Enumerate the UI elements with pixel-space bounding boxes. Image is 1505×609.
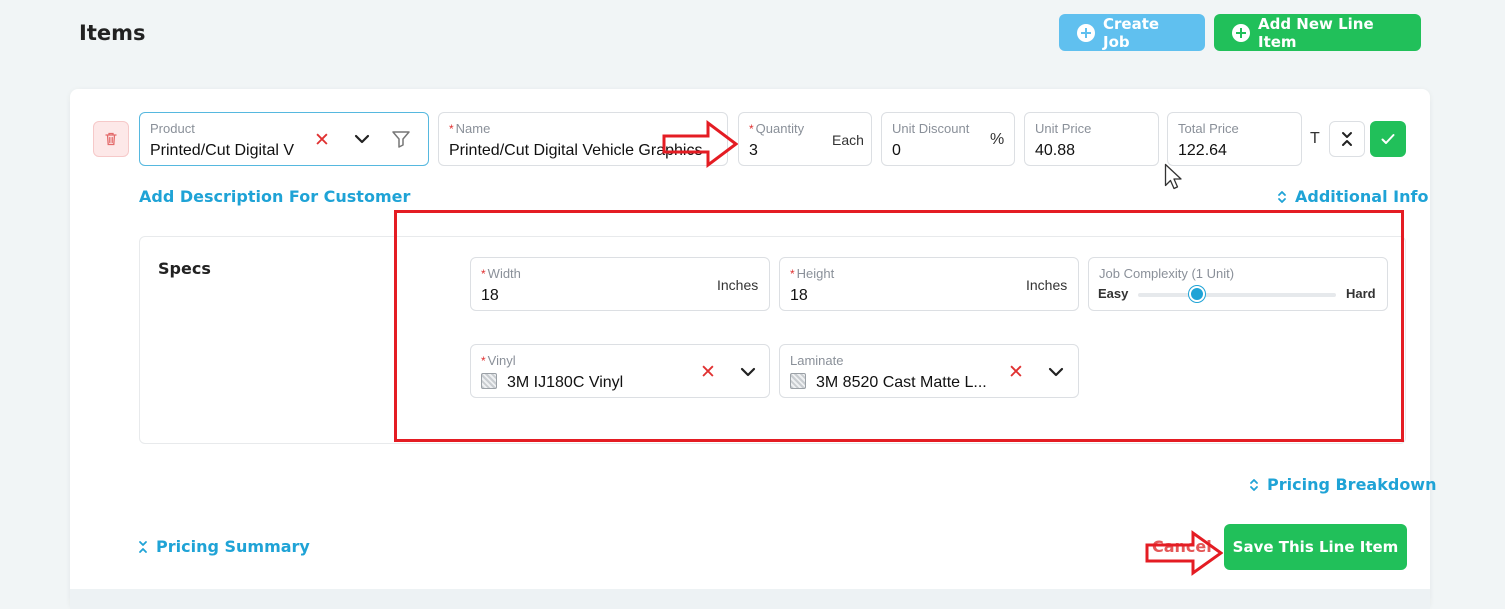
plus-circle-icon	[1232, 23, 1250, 42]
quantity-unit: Each	[832, 132, 864, 148]
mouse-cursor-icon	[1164, 163, 1182, 190]
plus-circle-icon	[1077, 23, 1095, 42]
percent-unit: %	[990, 131, 1005, 148]
add-new-line-item-button[interactable]: Add New Line Item	[1214, 14, 1421, 51]
total-price-field[interactable]: Total Price 122.64	[1167, 112, 1302, 166]
collapse-button[interactable]	[1329, 121, 1365, 157]
specs-title: Specs	[158, 259, 211, 278]
unit-price-field[interactable]: Unit Price 40.88	[1024, 112, 1159, 166]
product-label: Product	[150, 121, 195, 136]
name-label: Name	[455, 121, 491, 136]
delete-line-item-button[interactable]	[93, 121, 129, 157]
expand-updown-icon	[1250, 478, 1258, 491]
save-line-item-button[interactable]: Save This Line Item	[1224, 524, 1407, 570]
card-footer-strip	[70, 589, 1430, 609]
create-job-button[interactable]: Create Job	[1059, 14, 1205, 51]
quantity-value: 3	[749, 142, 758, 159]
pricing-summary-label: Pricing Summary	[156, 537, 310, 556]
unit-discount-value: 0	[892, 142, 901, 159]
add-new-line-item-label: Add New Line Item	[1258, 14, 1374, 51]
pricing-breakdown-label: Pricing Breakdown	[1267, 475, 1437, 494]
trash-icon	[105, 132, 117, 146]
product-value: Printed/Cut Digital V	[150, 142, 295, 159]
t-label: T	[1310, 130, 1320, 147]
create-job-label: Create Job	[1103, 14, 1160, 51]
save-line-item-label: Save This Line Item	[1232, 538, 1399, 556]
annotation-arrow-quantity	[662, 120, 738, 168]
chevron-down-icon[interactable]	[354, 133, 370, 145]
add-description-link[interactable]: Add Description For Customer	[139, 187, 410, 206]
collapse-chevrons-icon	[139, 540, 147, 553]
expand-updown-icon	[1278, 190, 1286, 203]
collapse-chevrons-icon	[1342, 132, 1352, 146]
additional-info-label: Additional Info	[1295, 187, 1429, 206]
unit-price-label: Unit Price	[1035, 121, 1092, 136]
unit-discount-label: Unit Discount	[892, 121, 970, 136]
filter-icon[interactable]	[391, 129, 411, 149]
additional-info-toggle[interactable]: Additional Info	[1277, 187, 1428, 206]
confirm-button[interactable]	[1370, 121, 1406, 157]
total-price-label: Total Price	[1178, 121, 1239, 136]
unit-price-value: 40.88	[1035, 142, 1076, 159]
product-select[interactable]: Product Printed/Cut Digital V ✕	[139, 112, 429, 166]
check-icon	[1381, 134, 1395, 144]
clear-product-icon[interactable]: ✕	[314, 129, 330, 152]
unit-discount-field[interactable]: Unit Discount 0 %	[881, 112, 1015, 166]
pricing-summary-toggle[interactable]: Pricing Summary	[138, 537, 310, 556]
annotation-highlight-box	[394, 210, 1404, 442]
pricing-breakdown-toggle[interactable]: Pricing Breakdown	[1249, 475, 1436, 494]
annotation-arrow-save	[1145, 530, 1223, 576]
quantity-field[interactable]: * Quantity 3 Each	[738, 112, 872, 166]
quantity-label: Quantity	[755, 121, 805, 136]
page-title: Items	[79, 21, 146, 45]
total-price-value: 122.64	[1178, 142, 1227, 159]
